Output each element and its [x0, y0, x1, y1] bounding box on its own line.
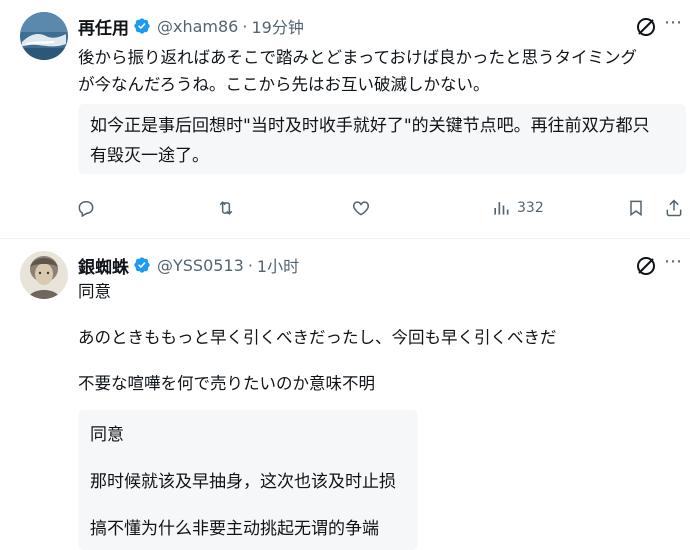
- tweet-text: 後から振り返ればあそこで踏みとどまっておけば良かったと思うタイミング が今なんだ…: [78, 44, 678, 98]
- translation-line: 搞不懂为什么非要主动挑起无谓的争端: [90, 519, 379, 539]
- timestamp[interactable]: 1小时: [257, 253, 299, 277]
- verified-badge-icon: [133, 256, 151, 274]
- more-icon[interactable]: ⋯: [664, 12, 683, 33]
- tweet-1[interactable]: 再任用 @xham86 · 19分钟 ⋯ 後から振り返ればあそこで踏みとどまって…: [0, 0, 690, 236]
- tweet-header: 再任用 @xham86 · 19分钟: [78, 14, 304, 39]
- tweet-header: 銀蜘蛛 @YSS0513 · 1小时: [78, 253, 299, 278]
- user-handle[interactable]: @xham86: [157, 17, 238, 36]
- like-icon: [352, 201, 370, 216]
- share-icon: [666, 199, 682, 217]
- tweet-text-line: が今なんだろうね。ここから先はお互い破滅しかない。: [78, 75, 490, 94]
- display-name[interactable]: 再任用: [78, 14, 129, 39]
- like-button[interactable]: [351, 198, 371, 218]
- views-count: 332: [517, 200, 544, 216]
- tweet-text-line: 後から振り返ればあそこで踏みとどまっておけば良かったと思うタイミング: [78, 48, 638, 67]
- avatar[interactable]: [20, 12, 68, 60]
- separator-dot: ·: [242, 16, 248, 36]
- grok-icon[interactable]: [635, 255, 657, 277]
- separator-dot: ·: [247, 255, 253, 275]
- user-handle[interactable]: @YSS0513: [157, 256, 244, 275]
- views-icon: [494, 202, 509, 215]
- reply-icon: [78, 201, 94, 218]
- verified-badge-icon: [133, 17, 151, 35]
- translation-text: 如今正是事后回想时"当时及时收手就好了"的关键节点吧。再往前双方都只 有毁灭一途…: [90, 111, 684, 171]
- retweet-icon: [219, 201, 233, 215]
- reply-button[interactable]: [76, 198, 96, 218]
- tweet-text-line: 同意: [78, 282, 111, 301]
- grok-icon[interactable]: [635, 16, 657, 38]
- avatar[interactable]: [20, 251, 68, 299]
- translation-line: 如今正是事后回想时"当时及时收手就好了"的关键节点吧。再往前双方都只: [90, 116, 650, 136]
- translation-line: 同意: [90, 425, 124, 445]
- retweet-button[interactable]: [216, 198, 236, 218]
- tweet-text-line: 不要な喧嘩を何で売りたいのか意味不明: [78, 374, 375, 393]
- translation-line: 有毁灭一途了。: [90, 146, 209, 166]
- tweet-actions: 332: [0, 198, 690, 228]
- tweet-text-line: あのときももっと早く引くべきだったし、今回も早く引くべきだ: [78, 328, 557, 347]
- tweet-2[interactable]: 銀蜘蛛 @YSS0513 · 1小时 ⋯ 同意 あのときももっと早く引くべきだっ…: [0, 239, 690, 550]
- translation-line: 那时候就该及早抽身，这次也该及时止损: [90, 472, 396, 492]
- bookmark-icon: [630, 200, 642, 217]
- bookmark-button[interactable]: [626, 198, 646, 218]
- display-name[interactable]: 銀蜘蛛: [78, 253, 129, 278]
- timestamp[interactable]: 19分钟: [251, 14, 303, 38]
- views-button[interactable]: 332: [491, 198, 544, 218]
- share-button[interactable]: [664, 198, 684, 218]
- more-icon[interactable]: ⋯: [664, 251, 683, 272]
